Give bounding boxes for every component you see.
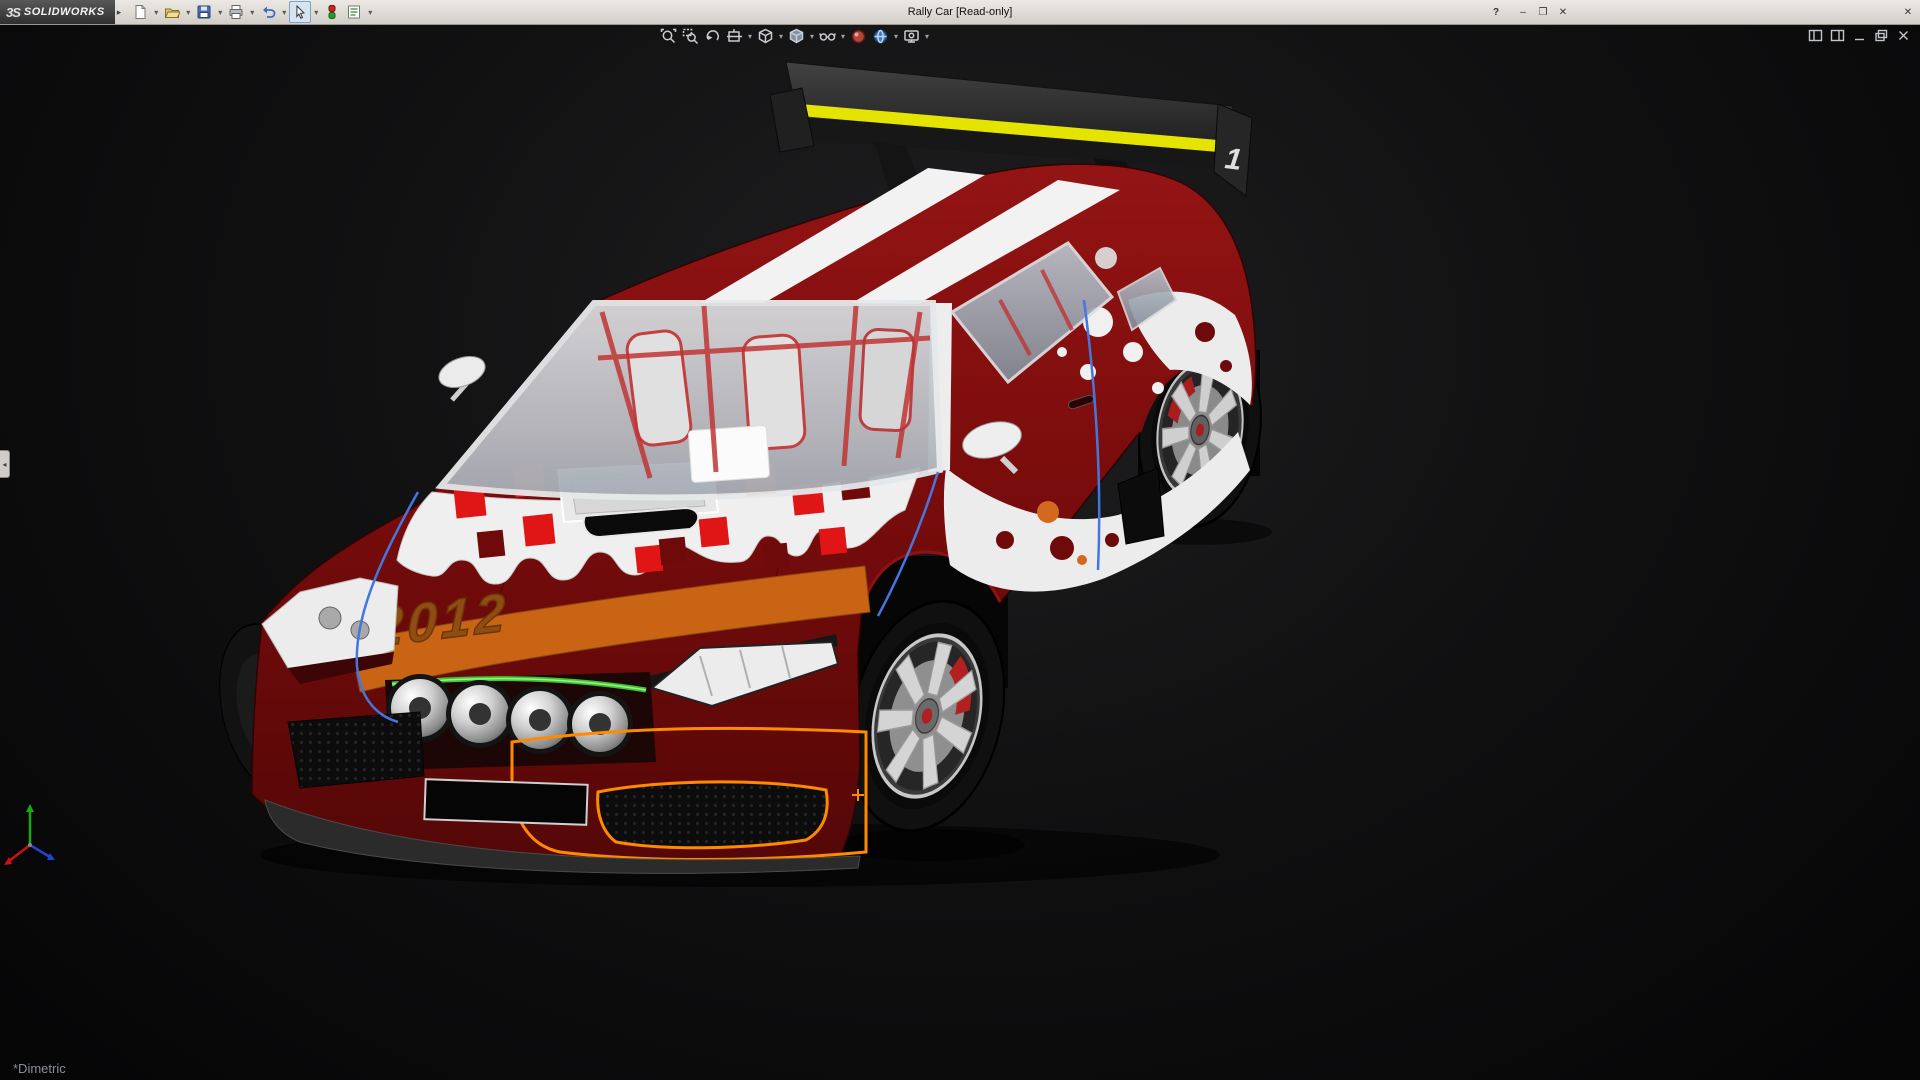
document-title: Rally Car [Read-only]: [0, 6, 1920, 18]
previous-view-icon: [704, 28, 721, 45]
view-orientation-icon: [757, 28, 774, 45]
panel-collapse-handle[interactable]: ◂: [0, 450, 10, 478]
split-pane-left-button[interactable]: [1806, 26, 1824, 44]
view-settings-dropdown[interactable]: ▾: [923, 32, 931, 41]
previous-view-button[interactable]: [702, 26, 723, 46]
edit-appearance-button[interactable]: [848, 26, 869, 46]
minimize-document-icon: [1852, 28, 1867, 43]
display-style-dropdown[interactable]: ▾: [808, 32, 816, 41]
apply-scene-icon: [872, 28, 889, 45]
view-settings-button[interactable]: [901, 26, 922, 46]
section-view-icon: [726, 28, 743, 45]
orientation-triad: [4, 804, 55, 865]
minimize-document-button[interactable]: [1850, 26, 1868, 44]
viewport-window-controls: [1806, 26, 1912, 44]
section-view-button[interactable]: [724, 26, 745, 46]
apply-scene-dropdown[interactable]: ▾: [892, 32, 900, 41]
windshield: [441, 303, 940, 497]
view-orientation-dropdown[interactable]: ▾: [777, 32, 785, 41]
view-settings-icon: [903, 28, 920, 45]
help-button[interactable]: ?: [1486, 3, 1506, 22]
rally-car-model-canvas[interactable]: 1: [0, 24, 1920, 1080]
split-pane-left-icon: [1808, 28, 1823, 43]
hide-show-items-button[interactable]: [817, 26, 838, 46]
display-style-icon: [788, 28, 805, 45]
zoom-area-button[interactable]: [680, 26, 701, 46]
license-plate: [424, 779, 587, 825]
split-pane-right-button[interactable]: [1828, 26, 1846, 44]
zoom-area-icon: [682, 28, 699, 45]
split-pane-right-icon: [1830, 28, 1845, 43]
graphics-viewport[interactable]: ▾ ▾ ▾ ▾: [0, 24, 1920, 1080]
restore-document-icon: [1874, 28, 1889, 43]
close-document-button[interactable]: [1894, 26, 1912, 44]
display-style-button[interactable]: [786, 26, 807, 46]
view-orientation-label: *Dimetric: [13, 1061, 66, 1076]
apply-scene-button[interactable]: [870, 26, 891, 46]
hide-show-items-dropdown[interactable]: ▾: [839, 32, 847, 41]
section-view-dropdown[interactable]: ▾: [746, 32, 754, 41]
minimize-button[interactable]: –: [1513, 3, 1533, 22]
hide-show-items-icon: [819, 28, 836, 45]
selected-intake-outline: [598, 782, 828, 848]
close-button[interactable]: ✕: [1553, 3, 1573, 22]
restore-document-button[interactable]: [1872, 26, 1890, 44]
restore-button[interactable]: ❐: [1533, 3, 1553, 22]
heads-up-toolbar: ▾ ▾ ▾ ▾: [658, 26, 931, 46]
view-orientation-button[interactable]: [755, 26, 776, 46]
zoom-to-fit-icon: [660, 28, 677, 45]
front-grille: [385, 672, 656, 770]
edit-appearance-icon: [850, 28, 867, 45]
close-window-button[interactable]: ✕: [1898, 3, 1918, 22]
close-document-icon: [1896, 28, 1911, 43]
title-bar: 3S SOLIDWORKS ▸ ▾ ▾ ▾: [0, 0, 1920, 25]
zoom-to-fit-button[interactable]: [658, 26, 679, 46]
